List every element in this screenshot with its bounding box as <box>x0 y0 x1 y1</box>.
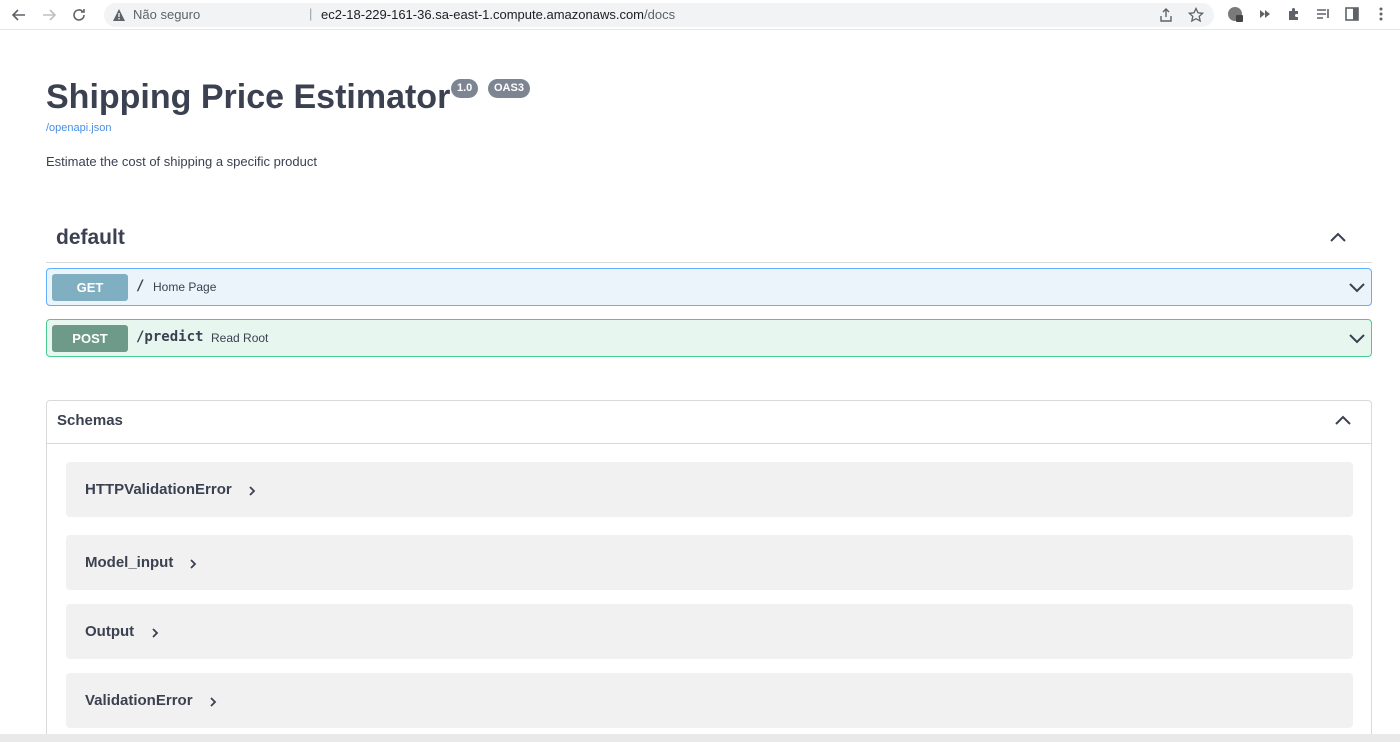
taskbar-strip <box>0 734 1400 742</box>
reload-button[interactable] <box>68 4 90 26</box>
chevron-down-icon[interactable] <box>1347 328 1367 348</box>
schema-item-validationerror[interactable]: ValidationError <box>66 673 1353 728</box>
operation-summary: Read Root <box>211 331 269 345</box>
url-text[interactable]: ec2-18-229-161-36.sa-east-1.compute.amaz… <box>321 7 675 22</box>
operation-get-home[interactable]: GET / Home Page <box>46 268 1372 306</box>
arrow-left-icon <box>11 9 25 21</box>
profile-extension-icon <box>1228 7 1243 22</box>
address-bar[interactable]: Não seguro | ec2-18-229-161-36.sa-east-1… <box>104 3 1214 27</box>
list-icon <box>1317 9 1329 19</box>
browser-toolbar: Não seguro | ec2-18-229-161-36.sa-east-1… <box>0 0 1400 30</box>
schemas-header[interactable]: Schemas <box>47 401 1371 444</box>
tag-section-header[interactable]: default <box>46 222 1372 263</box>
version-badge: 1.0 <box>451 79 479 98</box>
schema-item-httpvalidationerror[interactable]: HTTPValidationError <box>66 462 1353 517</box>
forward-button[interactable] <box>38 4 60 26</box>
puzzle-icon <box>1289 8 1298 20</box>
api-description: Estimate the cost of shipping a specific… <box>46 154 317 169</box>
side-panel-icon <box>1345 7 1359 21</box>
star-icon[interactable] <box>1188 7 1204 23</box>
chevron-down-icon[interactable] <box>1347 277 1367 297</box>
url-separator: | <box>309 6 313 21</box>
operation-summary: Home Page <box>153 280 217 294</box>
chevron-right-icon[interactable] <box>187 557 199 569</box>
extensions-button[interactable] <box>1285 5 1303 23</box>
schema-name: HTTPValidationError <box>85 481 232 498</box>
extension-forward[interactable] <box>1256 5 1274 23</box>
url-host: ec2-18-229-161-36.sa-east-1.compute.amaz… <box>321 7 645 22</box>
extension-avatar[interactable] <box>1226 5 1244 23</box>
kebab-menu-icon <box>1379 7 1383 21</box>
reading-list-button[interactable] <box>1314 5 1332 23</box>
tag-name: default <box>56 226 125 249</box>
schema-name: ValidationError <box>85 692 193 709</box>
chevron-right-icon[interactable] <box>246 484 258 496</box>
schema-item-model-input[interactable]: Model_input <box>66 535 1353 590</box>
method-badge-post: POST <box>52 325 128 352</box>
oas-badge: OAS3 <box>488 79 530 98</box>
operation-path: / <box>136 278 145 294</box>
chevron-up-icon[interactable] <box>1328 228 1348 248</box>
openapi-spec-link[interactable]: /openapi.json <box>46 122 111 134</box>
operation-path: /predict <box>136 329 204 345</box>
fast-forward-icon <box>1260 10 1270 18</box>
page-title: Shipping Price Estimator <box>46 78 451 116</box>
operation-post-predict[interactable]: POST /predict Read Root <box>46 319 1372 357</box>
method-badge-get: GET <box>52 274 128 301</box>
arrow-right-icon <box>43 9 57 21</box>
chevron-up-icon[interactable] <box>1333 411 1353 431</box>
reload-icon <box>73 9 85 21</box>
chevron-right-icon[interactable] <box>149 626 161 638</box>
share-icon[interactable] <box>1158 7 1174 23</box>
schema-name: Model_input <box>85 554 174 571</box>
security-status[interactable]: Não seguro <box>133 7 200 22</box>
warning-icon <box>113 9 125 21</box>
url-path: /docs <box>644 7 676 22</box>
chevron-right-icon[interactable] <box>207 695 219 707</box>
menu-button[interactable] <box>1372 5 1390 23</box>
schema-item-output[interactable]: Output <box>66 604 1353 659</box>
schemas-section: Schemas HTTPValidationError Model_input … <box>46 400 1372 742</box>
schema-name: Output <box>85 623 135 640</box>
schemas-title: Schemas <box>57 412 123 429</box>
back-button[interactable] <box>8 4 30 26</box>
side-panel-button[interactable] <box>1343 5 1361 23</box>
